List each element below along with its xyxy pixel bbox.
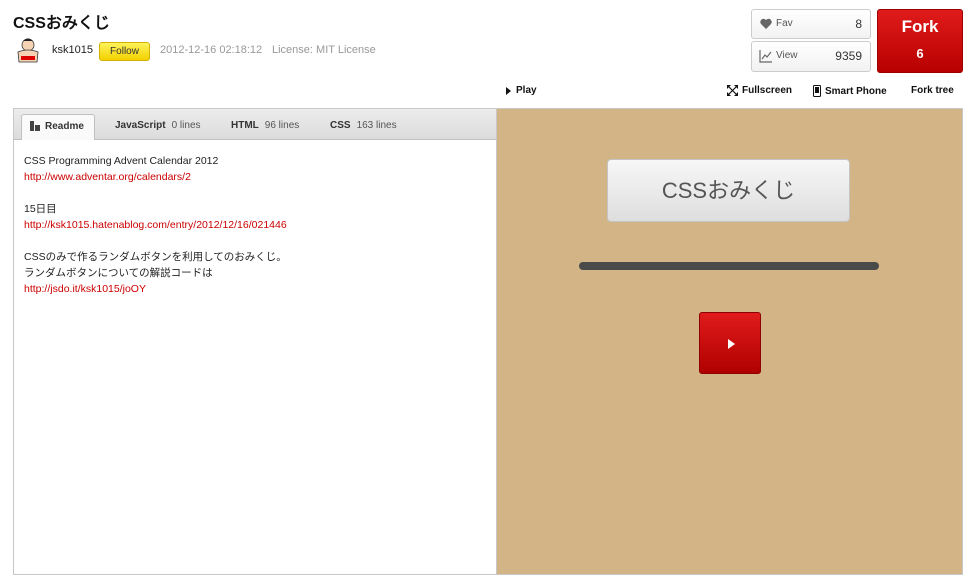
play-label: Play [516, 85, 537, 96]
page: CSSおみくじ ksk1015 Follow 2012-12-16 02:18:… [0, 0, 971, 582]
result-bar [579, 262, 879, 270]
play-link[interactable]: Play [506, 85, 537, 96]
fullscreen-link[interactable]: Fullscreen [727, 85, 792, 96]
tab-html-label: HTML [231, 120, 259, 131]
document-icon [30, 121, 40, 132]
fav-button[interactable]: Fav 8 [751, 9, 871, 39]
readme-content: CSS Programming Advent Calendar 2012 htt… [24, 153, 287, 297]
fork-count: 6 [916, 46, 924, 61]
tab-html-lines: 96 lines [264, 120, 300, 131]
view-label: View [776, 50, 798, 61]
forktree-link[interactable]: Fork tree [911, 85, 954, 96]
tab-css[interactable]: CSS 163 lines [330, 114, 397, 140]
fork-button[interactable]: Fork 6 [877, 9, 963, 73]
fullscreen-icon [727, 85, 738, 96]
fork-label: Fork [901, 17, 939, 36]
username-link[interactable]: ksk1015 [52, 44, 93, 56]
license-text: License: MIT License [272, 44, 376, 56]
tab-css-lines: 163 lines [356, 120, 397, 131]
readme-line: ランダムボタンについての解説コードは [24, 267, 213, 279]
fav-label: Fav [776, 18, 793, 29]
readme-line: CSSのみで作るランダムボタンを利用してのおみくじ。 [24, 251, 287, 263]
readme-link[interactable]: http://www.adventar.org/calendars/2 [24, 169, 287, 185]
tab-javascript-lines: 0 lines [171, 120, 201, 131]
view-count: 9359 [835, 49, 862, 63]
code-tabbar: Readme JavaScript 0 lines HTML 96 lines CS… [14, 109, 496, 140]
heart-icon [760, 18, 772, 29]
readme-line: CSS Programming Advent Calendar 2012 [24, 155, 219, 167]
readme-link[interactable]: http://jsdo.it/ksk1015/joOY [24, 281, 287, 297]
follow-button[interactable]: Follow [99, 42, 150, 61]
chart-icon [759, 50, 772, 63]
code-panel: Readme JavaScript 0 lines HTML 96 lines CS… [13, 108, 497, 575]
readme-line: 15日目 [24, 203, 57, 215]
forktree-label: Fork tree [911, 85, 954, 96]
view-counter: View 9359 [751, 41, 871, 72]
run-button[interactable] [699, 312, 761, 374]
fav-count: 8 [855, 17, 862, 31]
play-icon [506, 86, 511, 95]
play-icon [728, 339, 735, 349]
tab-javascript-label: JavaScript [115, 120, 166, 131]
page-title: CSSおみくじ [13, 15, 110, 32]
tab-readme-label: Readme [45, 121, 84, 132]
post-date: 2012-12-16 02:18:12 [160, 44, 263, 56]
fullscreen-label: Fullscreen [742, 85, 793, 96]
preview-panel: CSSおみくじ [497, 108, 963, 575]
readme-link[interactable]: http://ksk1015.hatenablog.com/entry/2012… [24, 217, 287, 233]
tab-readme[interactable]: Readme [21, 114, 95, 140]
phone-icon [813, 85, 821, 97]
avatar[interactable] [13, 36, 43, 66]
tab-css-label: CSS [330, 120, 351, 131]
tab-html[interactable]: HTML 96 lines [231, 114, 299, 140]
smartphone-link[interactable]: Smart Phone [813, 85, 887, 97]
smartphone-label: Smart Phone [825, 85, 887, 97]
omikuji-button[interactable]: CSSおみくじ [607, 159, 850, 222]
tab-javascript[interactable]: JavaScript 0 lines [115, 114, 201, 140]
